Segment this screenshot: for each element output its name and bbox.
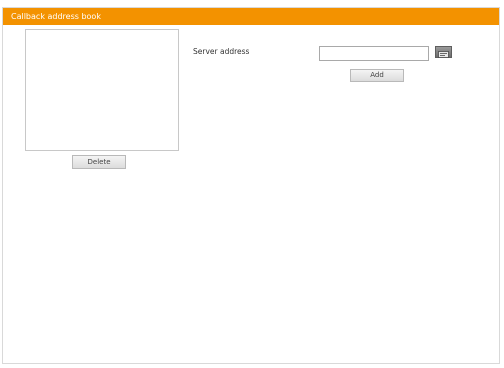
server-address-label: Server address [193, 47, 250, 56]
window-title: Callback address book [3, 8, 499, 25]
delete-button[interactable]: Delete [72, 155, 126, 169]
address-book-icon [438, 43, 449, 62]
browse-address-button[interactable] [435, 46, 452, 58]
server-address-input[interactable] [319, 46, 429, 61]
callback-address-list[interactable] [25, 29, 179, 151]
callback-address-book-window: Callback address book Delete Server addr… [2, 7, 500, 364]
add-button[interactable]: Add [350, 69, 404, 82]
